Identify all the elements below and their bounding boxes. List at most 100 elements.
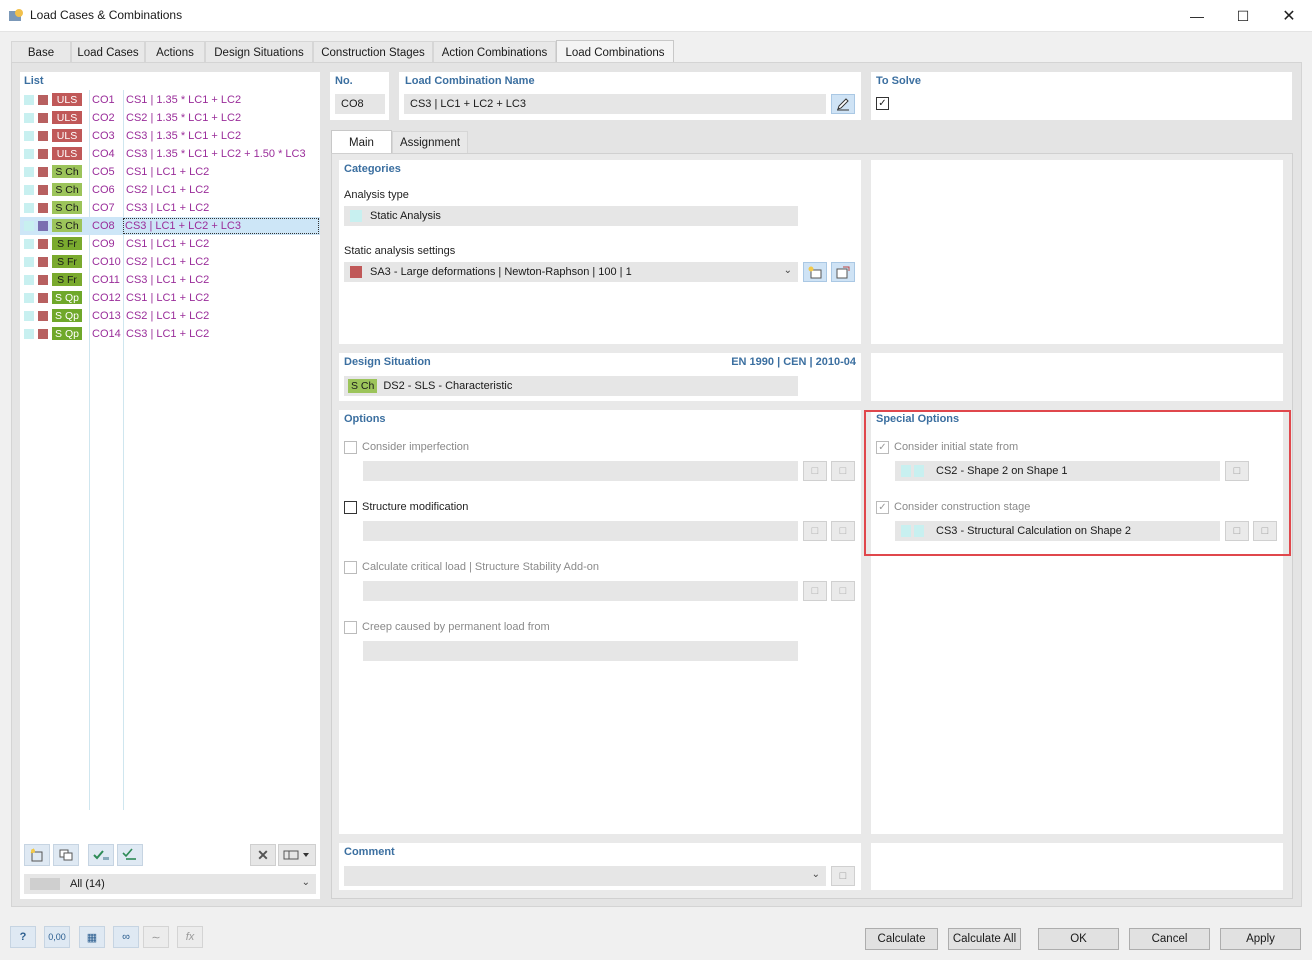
list-filter-select[interactable]: All (14) ⌄ xyxy=(24,874,316,894)
comment-edit-button[interactable]: □ xyxy=(831,866,855,886)
imperfection-new-button[interactable]: □ xyxy=(803,461,827,481)
tab-load-cases[interactable]: Load Cases xyxy=(71,41,145,63)
unlink-button[interactable]: ∼ xyxy=(143,926,169,948)
structure-modification-label: Structure modification xyxy=(362,501,469,513)
structure-modification-checkbox[interactable] xyxy=(344,501,357,514)
list-item-description: CS2 | LC1 + LC2 xyxy=(126,310,210,322)
check-icon xyxy=(93,850,109,860)
link-icon: ∞ xyxy=(122,931,130,943)
list-item[interactable]: S Ch CO8 CS3 | LC1 + LC2 + LC3 xyxy=(20,217,320,235)
copy-item-button[interactable] xyxy=(53,844,79,866)
new-icon: □ xyxy=(811,585,819,597)
check-all-button[interactable] xyxy=(88,844,114,866)
formula-icon: fx xyxy=(185,931,195,943)
number-field[interactable]: CO8 xyxy=(335,94,385,114)
list-item[interactable]: ULS CO1 CS1 | 1.35 * LC1 + LC2 xyxy=(20,91,320,109)
close-button[interactable]: ✕ xyxy=(1266,0,1312,32)
list-item-description: CS3 | LC1 + LC2 xyxy=(126,274,210,286)
list-item-color-2 xyxy=(38,113,48,123)
ok-button[interactable]: OK xyxy=(1038,928,1119,950)
list-item-code: CO14 xyxy=(92,328,121,340)
options-header: Options xyxy=(344,413,386,425)
list-item[interactable]: S Fr CO10 CS2 | LC1 + LC2 xyxy=(20,253,320,271)
list-item-color-1 xyxy=(24,185,34,195)
comment-field[interactable]: ⌄ xyxy=(344,866,826,886)
subtab-main[interactable]: Main xyxy=(331,130,392,154)
link-button[interactable]: ∞ xyxy=(113,926,139,948)
tab-action-combinations[interactable]: Action Combinations xyxy=(433,41,556,63)
list-item[interactable]: ULS CO3 CS3 | 1.35 * LC1 + LC2 xyxy=(20,127,320,145)
imperfection-label: Consider imperfection xyxy=(362,441,469,453)
number-panel: No. CO8 xyxy=(330,72,389,120)
formula-button[interactable]: fx xyxy=(177,926,203,948)
structure-modification-edit-button[interactable]: □ xyxy=(831,521,855,541)
list-item[interactable]: S Ch CO6 CS2 | LC1 + LC2 xyxy=(20,181,320,199)
no-label: No. xyxy=(335,75,353,87)
apply-button[interactable]: Apply xyxy=(1220,928,1301,950)
table-view-button[interactable]: ▦ xyxy=(79,926,105,948)
list-item[interactable]: ULS CO4 CS3 | 1.35 * LC1 + LC2 + 1.50 * LC… xyxy=(20,145,320,163)
name-field[interactable]: CS3 | LC1 + LC2 + LC3 xyxy=(404,94,826,114)
tab-design-situations[interactable]: Design Situations xyxy=(205,41,313,63)
new-icon xyxy=(30,848,43,862)
tab-base[interactable]: Base xyxy=(11,41,71,63)
minimize-button[interactable]: — xyxy=(1174,0,1220,32)
list-item-color-2 xyxy=(38,239,48,249)
analysis-type-swatch xyxy=(350,210,362,222)
list-item-color-1 xyxy=(24,203,34,213)
imperfection-checkbox[interactable] xyxy=(344,441,357,454)
tab-load-combinations[interactable]: Load Combinations xyxy=(556,40,674,64)
categories-panel: Categories Analysis type Static Analysis… xyxy=(339,160,861,344)
design-situation-badge: S Ch xyxy=(348,379,378,393)
list-item-description: CS2 | LC1 + LC2 xyxy=(126,184,210,196)
list-item[interactable]: S Fr CO11 CS3 | LC1 + LC2 xyxy=(20,271,320,289)
cancel-button[interactable]: Cancel xyxy=(1129,928,1210,950)
view-options-dropdown[interactable] xyxy=(278,844,316,866)
list-item-color-1 xyxy=(24,113,34,123)
unlink-icon: ∼ xyxy=(151,931,161,944)
list-item[interactable]: S Fr CO9 CS1 | LC1 + LC2 xyxy=(20,235,320,253)
calculate-all-button[interactable]: Calculate All xyxy=(948,928,1021,950)
uncheck-all-button[interactable] xyxy=(117,844,143,866)
design-situation-value: DS2 - SLS - Characteristic xyxy=(383,380,513,392)
copy-icon xyxy=(59,849,73,861)
list-item[interactable]: S Qp CO13 CS2 | LC1 + LC2 xyxy=(20,307,320,325)
structure-modification-new-button[interactable]: □ xyxy=(803,521,827,541)
new-static-settings-button[interactable] xyxy=(803,262,827,282)
maximize-button[interactable]: ☐ xyxy=(1220,0,1266,32)
calculate-button[interactable]: Calculate xyxy=(865,928,938,950)
help-button[interactable]: ? xyxy=(10,926,36,948)
critical-load-checkbox[interactable] xyxy=(344,561,357,574)
list-item[interactable]: S Ch CO7 CS3 | LC1 + LC2 xyxy=(20,199,320,217)
units-button[interactable]: 0,00 xyxy=(44,926,70,948)
imperfection-edit-button[interactable]: □ xyxy=(831,461,855,481)
list-item[interactable]: S Ch CO5 CS1 | LC1 + LC2 xyxy=(20,163,320,181)
static-settings-select[interactable]: SA3 - Large deformations | Newton-Raphso… xyxy=(344,262,798,282)
critical-load-edit-button[interactable]: □ xyxy=(831,581,855,601)
structure-modification-field xyxy=(363,521,798,541)
name-value: CS3 | LC1 + LC2 + LC3 xyxy=(410,98,526,110)
critical-load-new-button[interactable]: □ xyxy=(803,581,827,601)
list-header: List xyxy=(24,75,44,87)
delete-button[interactable]: ✕ xyxy=(250,844,276,866)
list-item-badge: ULS xyxy=(52,129,82,142)
to-solve-checkbox[interactable]: ✓ xyxy=(876,97,889,110)
creep-checkbox[interactable] xyxy=(344,621,357,634)
list-item[interactable]: ULS CO2 CS2 | 1.35 * LC1 + LC2 xyxy=(20,109,320,127)
list-item[interactable]: S Qp CO12 CS1 | LC1 + LC2 xyxy=(20,289,320,307)
edit-settings-icon xyxy=(836,266,850,279)
static-settings-label: Static analysis settings xyxy=(344,245,456,257)
tab-construction-stages[interactable]: Construction Stages xyxy=(313,41,433,63)
edit-name-button[interactable] xyxy=(831,94,855,114)
list-item-color-2 xyxy=(38,167,48,177)
list-item-description: CS1 | LC1 + LC2 xyxy=(126,238,210,250)
design-situation-panel: Design Situation EN 1990 | CEN | 2010-04… xyxy=(339,353,861,401)
list-item[interactable]: S Qp CO14 CS3 | LC1 + LC2 xyxy=(20,325,320,343)
new-item-button[interactable] xyxy=(24,844,50,866)
edit-static-settings-button[interactable] xyxy=(831,262,855,282)
tab-actions[interactable]: Actions xyxy=(145,41,205,63)
list-item-color-2 xyxy=(38,293,48,303)
list-item-color-1 xyxy=(24,95,34,105)
subtab-assignment[interactable]: Assignment xyxy=(392,131,468,154)
edit-settings-icon: □ xyxy=(839,465,847,477)
